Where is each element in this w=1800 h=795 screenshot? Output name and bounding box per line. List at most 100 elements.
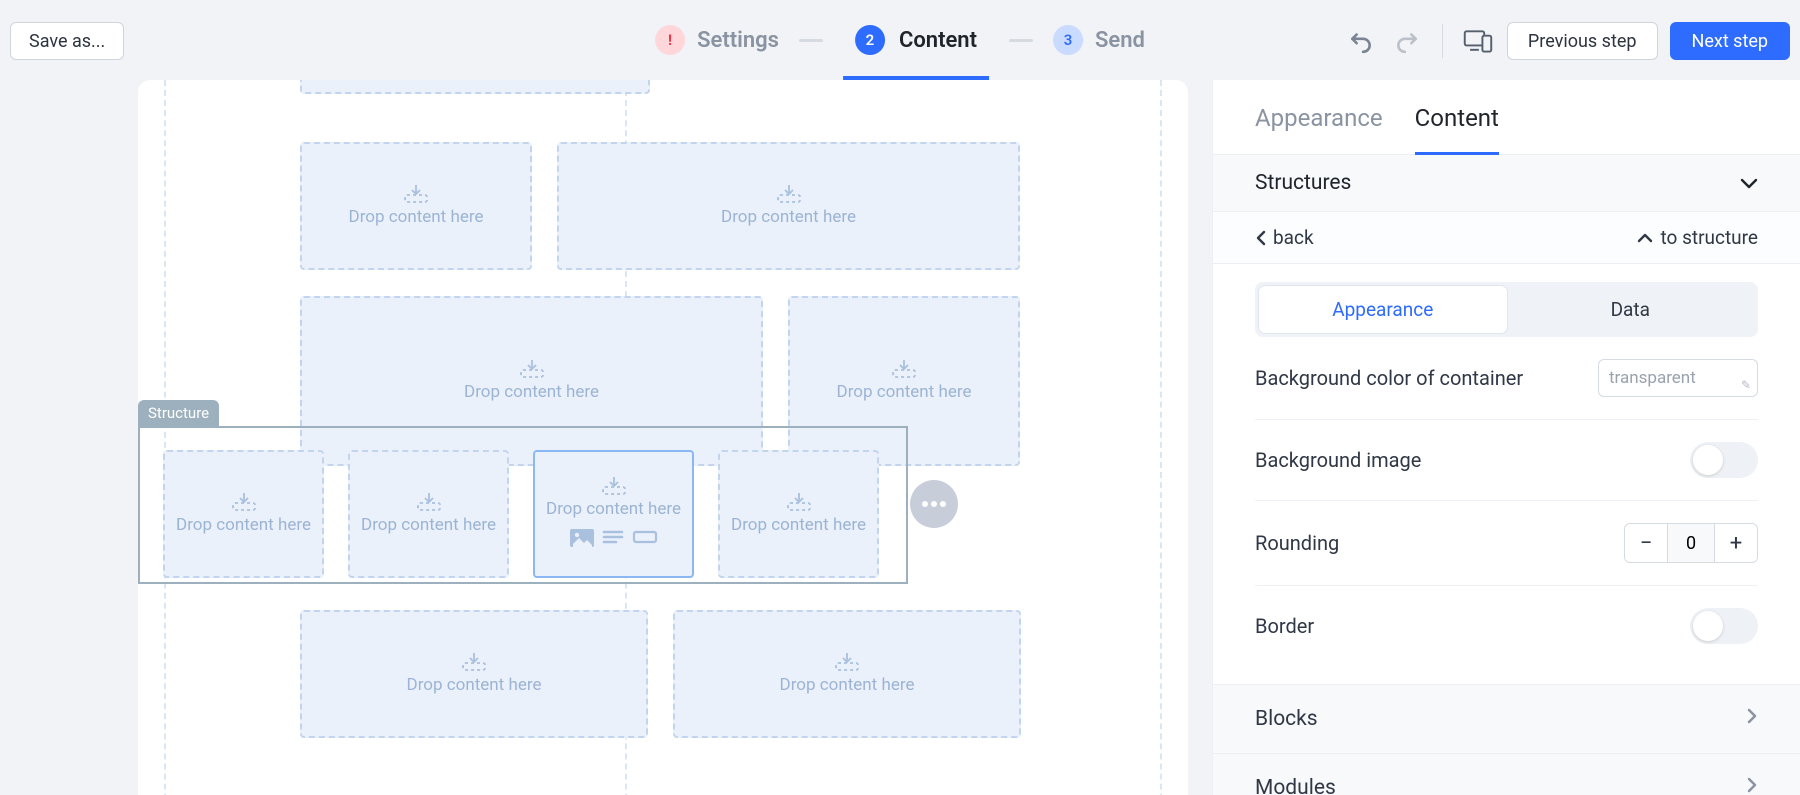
border-toggle[interactable] [1690, 608, 1758, 644]
next-step-button[interactable]: Next step [1670, 22, 1791, 60]
wizard-stepper: ! Settings 2 Content 3 Send [655, 0, 1145, 80]
appearance-data-toggle: Appearance Data [1255, 282, 1758, 337]
download-icon [231, 493, 257, 511]
download-icon [403, 185, 429, 203]
seg-data[interactable]: Data [1507, 286, 1755, 333]
download-icon [519, 360, 545, 378]
tab-appearance[interactable]: Appearance [1255, 104, 1383, 154]
section-modules[interactable]: Modules [1213, 753, 1800, 795]
button-block-icon[interactable] [632, 529, 658, 552]
drop-zone-label: Drop content here [546, 499, 681, 519]
drop-zone-label: Drop content here [176, 515, 311, 535]
rounding-value[interactable]: 0 [1667, 524, 1715, 562]
field-bg-color: Background color of container transparen… [1255, 337, 1758, 420]
drop-zone-label: Drop content here [349, 207, 484, 227]
step-settings[interactable]: ! Settings [655, 25, 779, 55]
field-rounding: Rounding − 0 + [1255, 501, 1758, 586]
drop-zone-label: Drop content here [361, 515, 496, 535]
download-icon [891, 360, 917, 378]
drop-zone-selected[interactable]: Drop content here [533, 450, 694, 578]
drop-zone-label: Drop content here [407, 675, 542, 695]
download-icon [776, 185, 802, 203]
field-label: Border [1255, 614, 1314, 638]
image-block-icon[interactable] [570, 529, 594, 552]
download-icon [461, 653, 487, 671]
alert-icon: ! [655, 25, 685, 55]
to-structure-label: to structure [1661, 226, 1759, 249]
increment-button[interactable]: + [1715, 524, 1757, 562]
drop-zone[interactable]: Drop content here [673, 610, 1021, 738]
top-right-controls: Previous step Next step [1344, 22, 1790, 60]
drop-zone-label: Drop content here [837, 382, 972, 402]
step-number-badge: 2 [855, 25, 885, 55]
field-label: Background image [1255, 448, 1421, 472]
bg-color-value: transparent [1609, 368, 1696, 388]
tab-content[interactable]: Content [1415, 104, 1499, 154]
more-actions-button[interactable] [910, 480, 958, 528]
structure-badge: Structure [138, 400, 219, 426]
viewport-toggle-button[interactable] [1461, 24, 1495, 58]
structure-row [300, 80, 650, 94]
redo-button[interactable] [1390, 24, 1424, 58]
download-icon [834, 653, 860, 671]
main-area: Drop content here Drop content here Drop… [0, 80, 1800, 795]
chevron-right-icon [1746, 776, 1758, 795]
section-title: Blocks [1255, 707, 1318, 731]
step-send[interactable]: 3 Send [1053, 25, 1145, 55]
back-label: back [1273, 226, 1314, 249]
edit-icon: ✎ [1741, 378, 1751, 392]
drop-zone-label: Drop content here [780, 675, 915, 695]
drop-zone[interactable]: Drop content here [163, 450, 324, 578]
chevron-right-icon [1746, 707, 1758, 731]
drop-zone-label: Drop content here [464, 382, 599, 402]
to-structure-link[interactable]: to structure [1637, 226, 1759, 249]
text-block-icon[interactable] [602, 529, 624, 552]
structure-row: Drop content here Drop content here [300, 142, 1020, 270]
chevron-down-icon [1740, 171, 1758, 195]
drop-zone-label: Drop content here [721, 207, 856, 227]
rounding-stepper: − 0 + [1624, 523, 1758, 563]
back-link[interactable]: back [1255, 226, 1314, 249]
bg-image-toggle[interactable] [1690, 442, 1758, 478]
field-border: Border [1255, 586, 1758, 666]
section-structures[interactable]: Structures [1213, 155, 1800, 212]
separator [1442, 24, 1443, 58]
step-label: Content [899, 28, 977, 53]
email-canvas[interactable]: Drop content here Drop content here Drop… [138, 80, 1188, 795]
section-title: Structures [1255, 171, 1351, 195]
download-icon [416, 493, 442, 511]
drop-zone[interactable]: Drop content here [348, 450, 509, 578]
undo-button[interactable] [1344, 24, 1378, 58]
field-bg-image: Background image [1255, 420, 1758, 501]
step-content[interactable]: 2 Content [843, 0, 989, 80]
structure-row: Drop content here Drop content here [300, 610, 1021, 738]
properties-panel: Appearance Content Structures back to st… [1212, 80, 1800, 795]
drop-zone-label: Drop content here [731, 515, 866, 535]
panel-tabs: Appearance Content [1213, 80, 1800, 155]
canvas-area: Drop content here Drop content here Drop… [0, 80, 1212, 795]
guide-line [1160, 80, 1162, 795]
drop-zone[interactable]: Drop content here [300, 610, 648, 738]
previous-step-button[interactable]: Previous step [1507, 22, 1658, 60]
save-as-button[interactable]: Save as... [10, 22, 124, 60]
section-blocks[interactable]: Blocks [1213, 684, 1800, 753]
step-number-badge: 3 [1053, 25, 1083, 55]
field-label: Rounding [1255, 531, 1339, 555]
drop-zone[interactable]: Drop content here [557, 142, 1020, 270]
drop-zone[interactable] [300, 80, 650, 94]
step-label: Send [1095, 28, 1145, 53]
step-label: Settings [697, 28, 779, 53]
drop-zone[interactable]: Drop content here [718, 450, 879, 578]
step-separator [1009, 39, 1033, 42]
top-bar: Save as... ! Settings 2 Content 3 Send [0, 0, 1800, 80]
download-icon [786, 493, 812, 511]
download-icon [601, 477, 627, 495]
seg-appearance[interactable]: Appearance [1259, 286, 1507, 333]
step-separator [799, 39, 823, 42]
drop-zone[interactable]: Drop content here [300, 142, 532, 270]
decrement-button[interactable]: − [1625, 524, 1667, 562]
structure-breadcrumb: back to structure [1213, 212, 1800, 264]
bg-color-input[interactable]: transparent ✎ [1598, 359, 1758, 397]
section-title: Modules [1255, 776, 1336, 795]
field-label: Background color of container [1255, 366, 1523, 390]
